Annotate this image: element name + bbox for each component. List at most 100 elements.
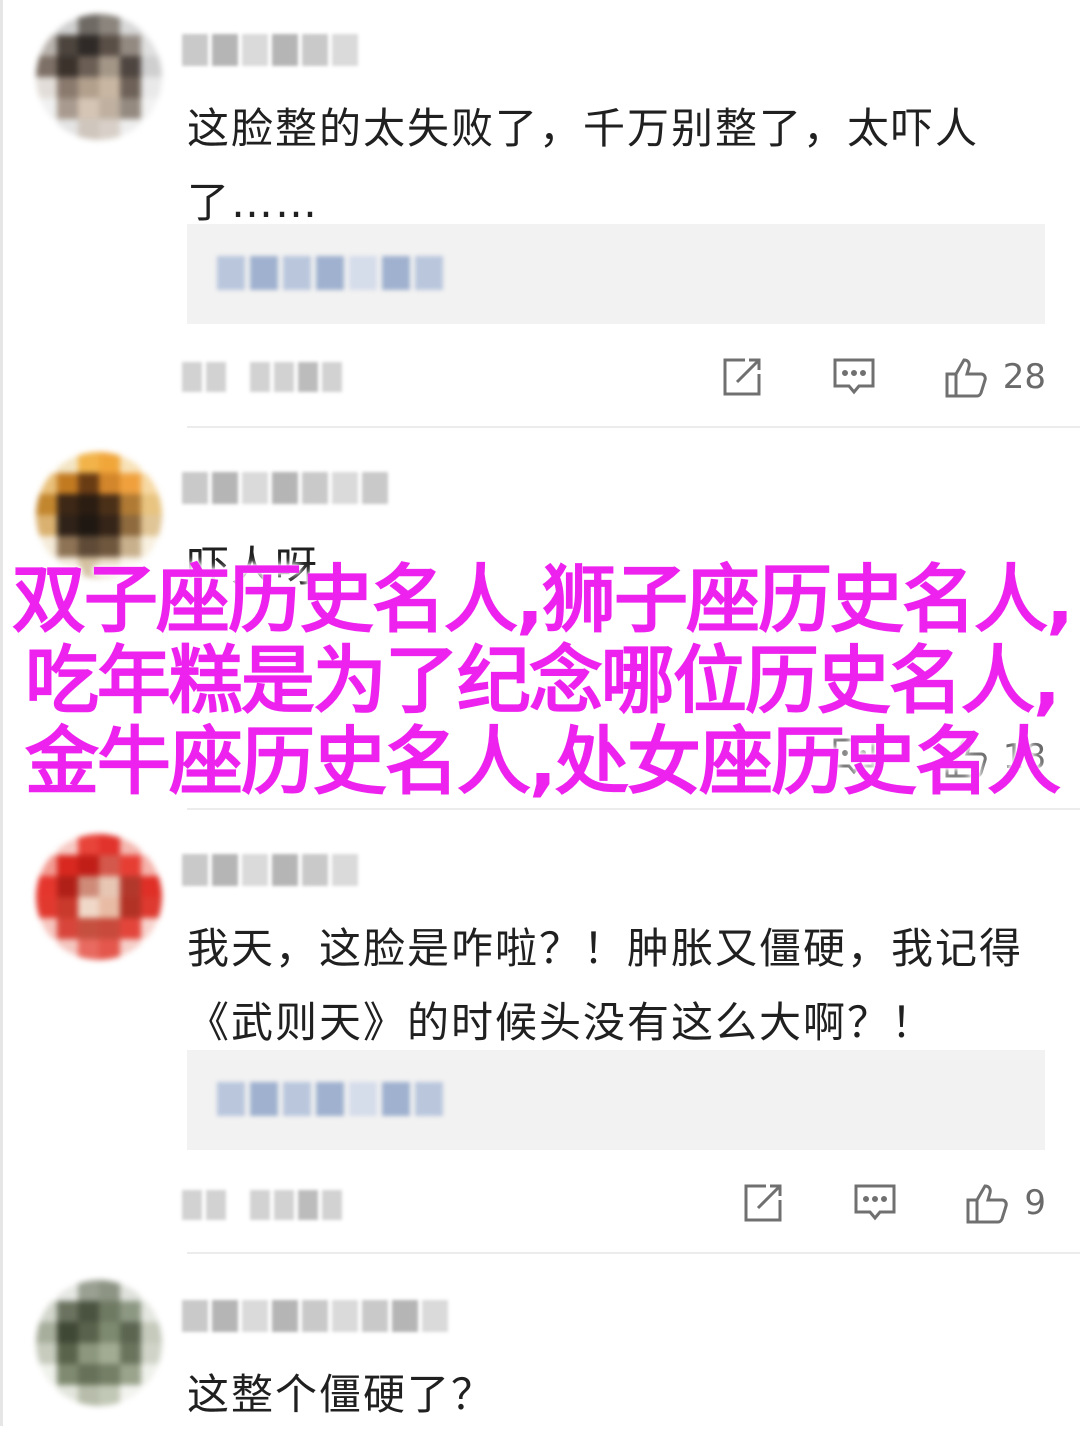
avatar-pixel: [57, 1301, 78, 1322]
reply-icon[interactable]: [829, 352, 879, 402]
avatar-pixel: [36, 98, 57, 119]
avatar-pixel: [120, 876, 141, 897]
avatar[interactable]: [36, 1280, 162, 1406]
avatar-pixel: [57, 1322, 78, 1343]
avatar-pixel: [141, 77, 162, 98]
avatar-pixel: [99, 1301, 120, 1322]
avatar-pixel: [36, 452, 57, 473]
avatar-pixel: [99, 855, 120, 876]
avatar-pixel: [36, 1280, 57, 1301]
avatar[interactable]: [36, 834, 162, 960]
like-count: 28: [1002, 357, 1046, 397]
avatar-pixel: [99, 515, 120, 536]
reply-preview[interactable]: [187, 1050, 1045, 1150]
avatar-pixel: [99, 14, 120, 35]
avatar-pixel: [141, 56, 162, 77]
avatar-pixel: [141, 1322, 162, 1343]
avatar-pixel: [120, 1364, 141, 1385]
avatar-pixel: [78, 14, 99, 35]
avatar-pixel: [141, 14, 162, 35]
avatar-pixel: [78, 536, 99, 557]
avatar-pixel: [120, 855, 141, 876]
share-icon[interactable]: [738, 1178, 788, 1228]
avatar-pixel: [57, 897, 78, 918]
comment-meta-blurred: [182, 362, 342, 392]
avatar-pixel: [78, 897, 99, 918]
avatar-pixel: [78, 939, 99, 960]
avatar-pixel: [78, 452, 99, 473]
avatar-pixel: [57, 98, 78, 119]
reply-preview[interactable]: [187, 224, 1045, 324]
avatar-pixel: [141, 494, 162, 515]
share-icon[interactable]: [717, 352, 767, 402]
avatar-pixel: [141, 918, 162, 939]
avatar-pixel: [120, 119, 141, 140]
like-icon[interactable]: [941, 352, 991, 402]
avatar-pixel: [78, 35, 99, 56]
avatar-pixel: [99, 56, 120, 77]
avatar-pixel: [120, 536, 141, 557]
avatar-pixel: [57, 452, 78, 473]
avatar-pixel: [36, 536, 57, 557]
avatar-pixel: [99, 939, 120, 960]
divider: [187, 1252, 1080, 1254]
username-blurred[interactable]: [182, 854, 358, 886]
avatar-pixel: [141, 855, 162, 876]
like-count: 9: [1024, 1183, 1046, 1223]
avatar-pixel: [78, 876, 99, 897]
overlay-title: 双子座历史名人,狮子座历史名人,吃年糕是为了纪念哪位历史名人,金牛座历史名人,处…: [11, 557, 1074, 805]
like-icon[interactable]: [962, 1178, 1012, 1228]
avatar-pixel: [120, 473, 141, 494]
avatar-pixel: [120, 1322, 141, 1343]
avatar-pixel: [36, 14, 57, 35]
avatar-pixel: [57, 14, 78, 35]
avatar-pixel: [141, 536, 162, 557]
avatar-pixel: [57, 56, 78, 77]
avatar-pixel: [36, 494, 57, 515]
reply-icon[interactable]: [850, 1178, 900, 1228]
avatar-pixel: [78, 56, 99, 77]
avatar-pixel: [57, 119, 78, 140]
avatar-pixel: [120, 14, 141, 35]
avatar-pixel: [99, 1280, 120, 1301]
avatar-pixel: [78, 1322, 99, 1343]
avatar-pixel: [141, 452, 162, 473]
avatar-pixel: [57, 473, 78, 494]
avatar-pixel: [78, 1343, 99, 1364]
avatar-pixel: [36, 77, 57, 98]
comment-actions: 9: [676, 1178, 1046, 1228]
avatar-pixel: [36, 939, 57, 960]
avatar-pixel: [141, 876, 162, 897]
avatar[interactable]: [36, 14, 162, 140]
avatar-pixel: [120, 1280, 141, 1301]
avatar-pixel: [36, 918, 57, 939]
avatar-pixel: [120, 834, 141, 855]
avatar-pixel: [78, 1280, 99, 1301]
username-blurred[interactable]: [182, 1300, 448, 1332]
avatar-pixel: [78, 98, 99, 119]
avatar-pixel: [141, 35, 162, 56]
avatar-pixel: [36, 1343, 57, 1364]
avatar-pixel: [141, 98, 162, 119]
divider: [187, 426, 1080, 428]
username-blurred[interactable]: [182, 472, 388, 504]
avatar-pixel: [57, 494, 78, 515]
avatar-pixel: [36, 56, 57, 77]
avatar-pixel: [99, 897, 120, 918]
avatar-pixel: [120, 77, 141, 98]
comment-item: 我天，这脸是咋啦？！肿胀又僵硬，我记得《武则天》的时候头没有这么大啊？！ 9: [0, 834, 1080, 1246]
avatar-pixel: [78, 834, 99, 855]
comment-meta-blurred: [182, 1190, 342, 1220]
comment-item: 这整个僵硬了？: [0, 1280, 1080, 1426]
avatar-pixel: [57, 35, 78, 56]
avatar-pixel: [99, 1343, 120, 1364]
avatar-pixel: [99, 918, 120, 939]
avatar-pixel: [57, 77, 78, 98]
avatar-pixel: [141, 939, 162, 960]
username-blurred[interactable]: [182, 34, 358, 66]
avatar-pixel: [99, 452, 120, 473]
avatar-pixel: [141, 897, 162, 918]
avatar-pixel: [36, 876, 57, 897]
avatar-pixel: [141, 473, 162, 494]
avatar-pixel: [99, 35, 120, 56]
